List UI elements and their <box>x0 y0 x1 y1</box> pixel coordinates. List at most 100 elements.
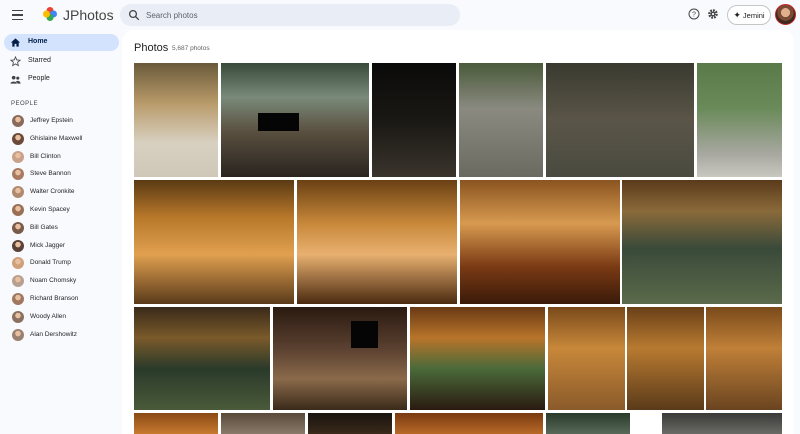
gemini-button[interactable]: ✦ Jemini <box>727 5 771 25</box>
person-avatar <box>12 239 24 252</box>
search-icon[interactable] <box>128 9 140 21</box>
photo-thumbnail <box>410 307 545 410</box>
person-item[interactable]: Bill Gates <box>4 220 119 236</box>
photo-piano-closeup[interactable] <box>460 180 620 304</box>
person-name: Bill Gates <box>30 223 58 231</box>
photo-row4-1[interactable] <box>134 413 218 434</box>
settings-icon[interactable] <box>707 8 719 20</box>
redaction-box <box>258 113 300 132</box>
photo-thumbnail <box>627 307 704 410</box>
photo-hall-group-2[interactable] <box>627 307 704 410</box>
person-item[interactable]: Donald Trump <box>4 255 119 271</box>
photo-stone-temple[interactable] <box>459 63 543 177</box>
star-icon <box>10 56 21 67</box>
menu-icon[interactable] <box>8 6 26 24</box>
person-avatar <box>12 221 24 234</box>
gemini-label: Jemini <box>742 10 765 20</box>
nav-starred-label: Starred <box>28 57 51 64</box>
person-name: Jeffrey Epstein <box>30 117 73 124</box>
photo-thumbnail <box>372 63 456 177</box>
person-item[interactable]: Richard Branson <box>4 291 119 307</box>
photo-thumbnail <box>395 413 543 434</box>
photo-thumbnail <box>546 63 694 177</box>
photo-terrace-group[interactable] <box>221 63 369 177</box>
photo-pool-night-1[interactable] <box>622 180 782 304</box>
photo-thumbnail <box>460 180 620 304</box>
person-item[interactable]: Walter Cronkite <box>4 184 119 200</box>
person-avatar <box>12 328 24 341</box>
photo-row4-2[interactable] <box>221 413 305 434</box>
nav-people[interactable]: People <box>4 71 119 88</box>
photo-thumbnail <box>134 63 218 177</box>
photo-dinner-guests[interactable] <box>410 307 545 410</box>
person-name: Kevin Spacey <box>30 206 70 213</box>
photo-carved-statue[interactable] <box>546 63 694 177</box>
photo-row4-3[interactable] <box>308 413 392 434</box>
photo-hall-group-1[interactable] <box>548 307 625 410</box>
app-title: JPhotos <box>63 7 114 23</box>
person-item[interactable]: Woody Allen <box>4 309 119 325</box>
person-item[interactable]: Steve Bannon <box>4 166 119 182</box>
person-avatar <box>12 150 24 163</box>
nav-home[interactable]: Home <box>4 34 119 51</box>
photo-dark-courtyard[interactable] <box>372 63 456 177</box>
profile-avatar[interactable] <box>775 4 796 25</box>
gemini-sparkle-icon: ✦ <box>733 9 741 20</box>
photo-row4-5[interactable] <box>546 413 630 434</box>
person-name: Steve Bannon <box>30 170 71 178</box>
person-name: Walter Cronkite <box>30 188 75 196</box>
search-bar[interactable] <box>120 4 460 26</box>
help-icon[interactable]: ? <box>688 8 700 20</box>
nav-starred[interactable]: Starred <box>4 53 119 70</box>
person-name: Alan Dershowitz <box>30 330 77 338</box>
person-item[interactable]: Bill Clinton <box>4 149 119 165</box>
person-item[interactable]: Noam Chomsky <box>4 273 119 289</box>
photo-thumbnail <box>548 307 625 410</box>
photo-thumbnail <box>134 180 294 304</box>
person-avatar <box>12 257 24 270</box>
person-item[interactable]: Ghislaine Maxwell <box>4 131 119 147</box>
photo-thumbnail <box>308 413 392 434</box>
person-avatar <box>12 204 24 216</box>
photo-count: 5,687 photos <box>172 45 210 52</box>
photo-thumbnail <box>297 180 457 304</box>
photo-hall-group-3[interactable] <box>706 307 782 410</box>
photo-thumbnail <box>134 307 270 410</box>
person-name: Richard Branson <box>30 295 79 302</box>
photo-thumbnail <box>662 413 782 434</box>
nav-home-label: Home <box>28 38 48 45</box>
person-avatar <box>12 275 24 288</box>
person-name: Mick Jagger <box>30 241 66 249</box>
photo-row4-4[interactable] <box>395 413 543 434</box>
photo-piano-room-1[interactable] <box>134 180 294 304</box>
photo-hot-tub[interactable] <box>273 307 407 410</box>
photo-thumbnail <box>546 413 630 434</box>
people-section-heading: PEOPLE <box>11 101 39 107</box>
person-item[interactable]: Jeffrey Epstein <box>4 113 119 129</box>
person-name: Donald Trump <box>30 259 71 267</box>
person-avatar <box>12 168 24 181</box>
people-icon <box>10 75 21 84</box>
photo-thumbnail <box>706 307 782 410</box>
person-item[interactable]: Kevin Spacey <box>4 202 119 218</box>
photo-thumbnail <box>622 180 782 304</box>
photo-piano-room-2[interactable] <box>297 180 457 304</box>
photo-row4-6[interactable] <box>662 413 782 434</box>
photo-thumbnail <box>697 63 782 177</box>
jphotos-logo[interactable] <box>42 6 58 22</box>
nav-people-label: People <box>28 75 50 82</box>
person-item[interactable]: Alan Dershowitz <box>4 327 119 343</box>
page-title: Photos <box>134 42 169 54</box>
photo-pool-night-2[interactable] <box>134 307 270 410</box>
photo-grid-panel: Photos 5,687 photos <box>122 30 794 434</box>
redaction-box <box>350 321 378 349</box>
person-avatar <box>12 293 24 305</box>
search-input[interactable] <box>146 7 446 23</box>
person-item[interactable]: Mick Jagger <box>4 238 119 254</box>
photo-garden-path[interactable] <box>697 63 782 177</box>
photo-thumbnail <box>459 63 543 177</box>
person-avatar <box>12 115 24 127</box>
top-bar: JPhotos ? ✦ Jemini <box>0 0 800 30</box>
photo-tropical-pavilion[interactable] <box>134 63 218 177</box>
person-avatar <box>12 186 24 199</box>
